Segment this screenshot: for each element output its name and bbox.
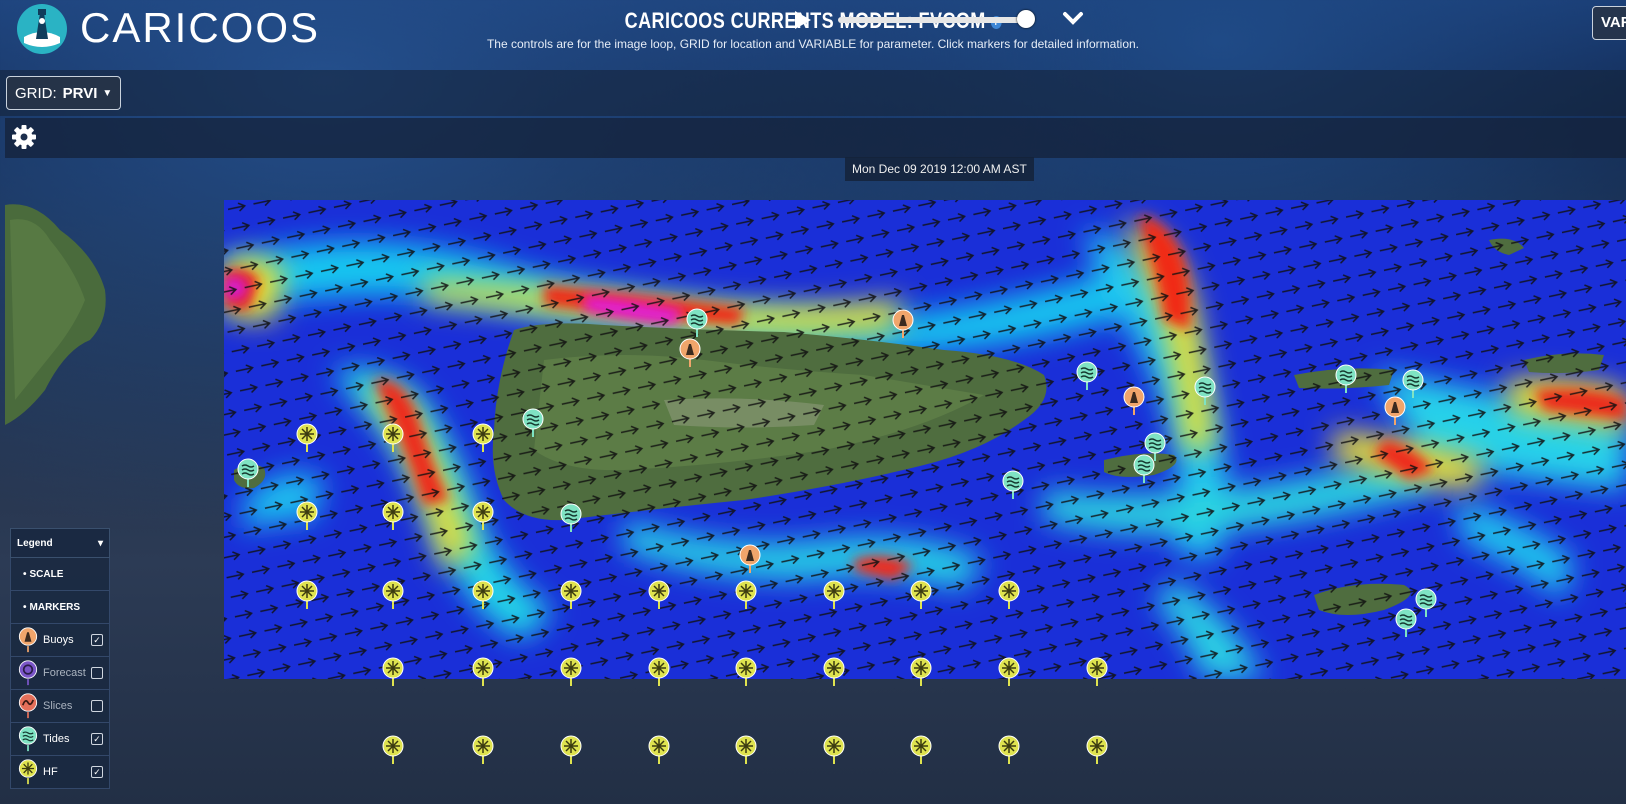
hf-radar-marker[interactable]: [823, 657, 845, 687]
grid-dropdown[interactable]: GRID: PRVI ▼: [6, 76, 122, 110]
hf-radar-marker[interactable]: [910, 657, 932, 687]
legend-item-hf[interactable]: HF ✓: [10, 756, 110, 789]
legend-section-label: SCALE: [29, 568, 64, 580]
animation-controls: [5, 118, 1626, 158]
page-subtitle: The controls are for the image loop, GRI…: [486, 37, 1140, 51]
hf-radar-marker[interactable]: [472, 580, 494, 610]
chevron-down-icon[interactable]: [1062, 8, 1084, 28]
hf-radar-marker[interactable]: [735, 657, 757, 687]
legend-item-label: Forecast: [43, 667, 86, 679]
hf-radar-marker[interactable]: [735, 735, 757, 765]
hf-radar-marker[interactable]: [382, 735, 404, 765]
legend-item-label: Tides: [43, 733, 70, 745]
buoy-marker[interactable]: [1123, 386, 1145, 416]
legend-item-tides[interactable]: Tides ✓: [10, 723, 110, 756]
gear-icon[interactable]: [11, 124, 37, 150]
hf-radar-marker[interactable]: [296, 580, 318, 610]
time-slider-handle[interactable]: [1017, 10, 1035, 28]
hf-radar-marker[interactable]: [296, 501, 318, 531]
legend-section-scale[interactable]: • SCALE: [10, 558, 110, 591]
checkbox-unchecked[interactable]: [91, 700, 103, 712]
tide-marker[interactable]: [686, 308, 708, 338]
hf-radar-marker[interactable]: [296, 423, 318, 453]
chevron-down-icon: ▾: [97, 537, 103, 549]
buoy-marker[interactable]: [679, 338, 701, 368]
hf-radar-marker[interactable]: [648, 580, 670, 610]
legend-title: Legend: [17, 537, 53, 549]
legend-section-markers[interactable]: • MARKERS: [10, 591, 110, 624]
hf-radar-marker[interactable]: [560, 657, 582, 687]
hf-radar-marker[interactable]: [823, 735, 845, 765]
checkbox-checked[interactable]: ✓: [91, 634, 103, 646]
tide-marker[interactable]: [1415, 588, 1437, 618]
slices-icon: [17, 693, 39, 719]
caret-down-icon: ▼: [102, 87, 113, 99]
legend-item-buoys[interactable]: Buoys ✓: [10, 624, 110, 657]
variable-dropdown[interactable]: VAR: [1592, 6, 1626, 40]
tide-marker[interactable]: [1194, 376, 1216, 406]
tides-icon: [17, 726, 39, 752]
hf-radar-marker[interactable]: [648, 735, 670, 765]
hf-radar-marker[interactable]: [560, 580, 582, 610]
hf-radar-marker[interactable]: [472, 423, 494, 453]
buoy-marker[interactable]: [739, 544, 761, 574]
hf-radar-marker[interactable]: [382, 423, 404, 453]
legend-item-forecast[interactable]: Forecast: [10, 657, 110, 690]
hf-radar-marker[interactable]: [1086, 657, 1108, 687]
hf-radar-marker[interactable]: [998, 580, 1020, 610]
grid-toolbar: GRID: PRVI ▼: [0, 70, 1626, 116]
tide-marker[interactable]: [1395, 608, 1417, 638]
legend-item-label: Buoys: [43, 634, 74, 646]
tide-marker[interactable]: [237, 458, 259, 488]
hf-radar-marker[interactable]: [382, 501, 404, 531]
tide-marker[interactable]: [1402, 369, 1424, 399]
timestamp-label: Mon Dec 09 2019 12:00 AM AST: [845, 157, 1034, 181]
play-button[interactable]: [793, 9, 813, 31]
checkbox-checked[interactable]: ✓: [91, 766, 103, 778]
checkbox-checked[interactable]: ✓: [91, 733, 103, 745]
legend-item-slices[interactable]: Slices: [10, 690, 110, 723]
tide-marker[interactable]: [1133, 454, 1155, 484]
hf-radar-marker[interactable]: [382, 580, 404, 610]
hf-radar-marker[interactable]: [823, 580, 845, 610]
legend-item-label: HF: [43, 766, 58, 778]
hf-radar-marker[interactable]: [1086, 735, 1108, 765]
tide-marker[interactable]: [1076, 361, 1098, 391]
tide-marker[interactable]: [560, 503, 582, 533]
hf-radar-marker[interactable]: [472, 657, 494, 687]
hf-radar-marker[interactable]: [998, 657, 1020, 687]
grid-label: GRID:: [15, 84, 57, 102]
legend-header[interactable]: Legend ▾: [10, 528, 110, 558]
tide-marker[interactable]: [1335, 364, 1357, 394]
buoy-marker[interactable]: [892, 309, 914, 339]
hf-radar-marker[interactable]: [998, 735, 1020, 765]
buoy-icon: [17, 627, 39, 653]
hf-radar-marker[interactable]: [382, 657, 404, 687]
satellite-land: [5, 200, 110, 430]
header: CARICOOS CARICOOS CURRENTS MODEL: FVCOMi…: [0, 0, 1626, 70]
hf-radar-icon: [17, 759, 39, 785]
grid-value: PRVI: [62, 84, 98, 102]
legend-item-label: Slices: [43, 700, 73, 712]
hf-radar-marker[interactable]: [560, 735, 582, 765]
time-slider-track[interactable]: [838, 17, 1030, 23]
hf-radar-marker[interactable]: [910, 580, 932, 610]
hf-radar-marker[interactable]: [910, 735, 932, 765]
legend-panel: Legend ▾ • SCALE • MARKERS Buoys ✓ Forec…: [10, 528, 110, 804]
hf-radar-marker[interactable]: [472, 735, 494, 765]
buoy-marker[interactable]: [1384, 396, 1406, 426]
hf-radar-marker[interactable]: [648, 657, 670, 687]
legend-section-label: MARKERS: [29, 601, 81, 613]
tide-marker[interactable]: [1002, 470, 1024, 500]
hf-radar-marker[interactable]: [735, 580, 757, 610]
forecast-icon: [17, 660, 39, 686]
checkbox-unchecked[interactable]: [91, 667, 103, 679]
tide-marker[interactable]: [522, 408, 544, 438]
hf-radar-marker[interactable]: [472, 501, 494, 531]
